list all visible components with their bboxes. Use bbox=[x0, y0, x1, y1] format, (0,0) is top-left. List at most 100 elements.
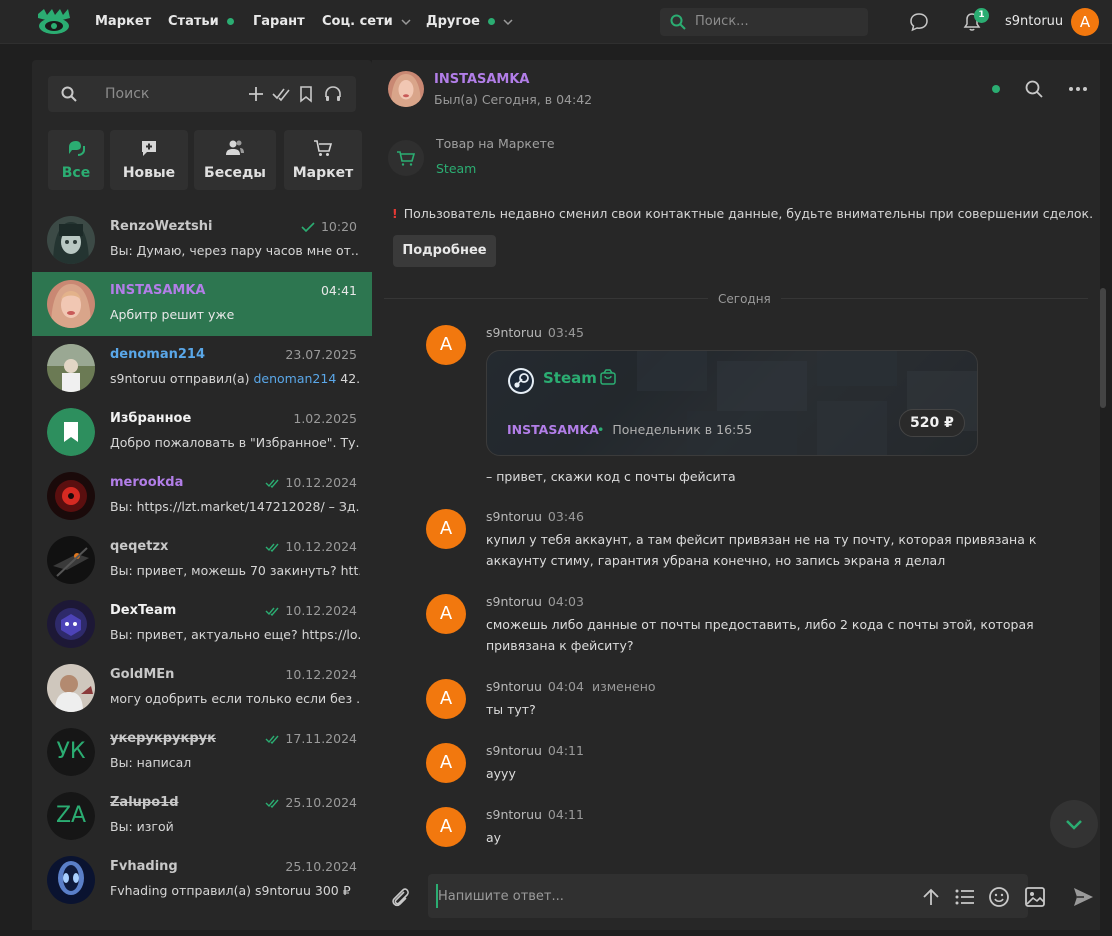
reply-input[interactable] bbox=[438, 886, 898, 906]
conversation-item[interactable]: DexTeam 10.12.2024 Вы: привет, актуально… bbox=[32, 592, 372, 656]
market-product-link[interactable]: Steam bbox=[436, 161, 476, 176]
conversation-preview: Арбитр решит уже bbox=[110, 307, 235, 322]
tab-conversations[interactable]: Беседы bbox=[194, 130, 276, 190]
image-icon[interactable] bbox=[1024, 886, 1046, 908]
card-title: Steam bbox=[543, 369, 597, 387]
nav-social-label: Соц. сети bbox=[322, 14, 393, 29]
nav-other[interactable]: Другое bbox=[426, 14, 513, 29]
new-dot bbox=[487, 18, 495, 25]
chat-partner-avatar[interactable] bbox=[388, 71, 424, 107]
conversation-item[interactable]: ZA Zalupo1d 25.10.2024 Вы: изгой bbox=[32, 784, 372, 848]
conversation-name: Избранное bbox=[110, 411, 192, 426]
conversation-preview: Вы: изгой bbox=[110, 819, 174, 834]
bookmark-icon[interactable] bbox=[297, 85, 315, 103]
message-text: аууу bbox=[486, 766, 516, 781]
time-text: 25.10.2024 bbox=[285, 795, 357, 810]
list-icon[interactable] bbox=[954, 886, 976, 908]
time-text: 04:41 bbox=[320, 283, 357, 298]
plus-icon[interactable] bbox=[247, 85, 265, 103]
message-meta: s9ntoruu 04:11 bbox=[486, 807, 584, 822]
chevron-down-icon bbox=[401, 18, 411, 25]
messages-icon[interactable] bbox=[909, 12, 929, 32]
avatar: ZA bbox=[47, 792, 95, 840]
tab-market-label: Маркет bbox=[292, 165, 354, 181]
tab-market[interactable]: Маркет bbox=[284, 130, 362, 190]
conversation-item[interactable]: RenzoWeztshi 10:20 Вы: Думаю, через пару… bbox=[32, 208, 372, 272]
card-seller[interactable]: INSTASAMKA bbox=[507, 422, 599, 437]
tab-conversations-label: Беседы bbox=[204, 165, 266, 181]
message-edited: изменено bbox=[591, 679, 656, 694]
message-avatar[interactable]: A bbox=[426, 807, 466, 847]
conversation-item[interactable]: qeqetzx 10.12.2024 Вы: привет, можешь 70… bbox=[32, 528, 372, 592]
product-card[interactable]: Steam INSTASAMKA Понедельник в 16:55 520… bbox=[486, 350, 978, 456]
nav-social[interactable]: Соц. сети bbox=[322, 14, 411, 29]
card-overlay bbox=[487, 351, 977, 455]
message-author[interactable]: s9ntoruu bbox=[486, 743, 542, 758]
conversation-preview: Fvhading отправил(а) s9ntoruu 300 ₽ bbox=[110, 883, 351, 898]
message-author[interactable]: s9ntoruu bbox=[486, 509, 542, 524]
card-date: Понедельник в 16:55 bbox=[597, 422, 752, 437]
global-search[interactable]: Поиск... bbox=[660, 8, 868, 36]
message-avatar[interactable]: A bbox=[426, 679, 466, 719]
message-author[interactable]: s9ntoruu bbox=[486, 594, 542, 609]
details-button[interactable]: Подробнее bbox=[393, 235, 496, 267]
time-text: 10.12.2024 bbox=[285, 539, 357, 554]
conversation-item[interactable]: denoman214 23.07.2025 s9ntoruu отправил(… bbox=[32, 336, 372, 400]
username[interactable]: s9ntoruu bbox=[1005, 14, 1063, 29]
message-author[interactable]: s9ntoruu bbox=[486, 679, 542, 694]
arrow-up-icon[interactable] bbox=[920, 886, 942, 908]
send-icon[interactable] bbox=[1072, 886, 1094, 908]
date-separator: Сегодня bbox=[708, 292, 781, 306]
card-price: 520 ₽ bbox=[899, 409, 965, 437]
conversation-item[interactable]: GoldMEn 10.12.2024 могу одобрить если то… bbox=[32, 656, 372, 720]
tab-new[interactable]: Новые bbox=[110, 130, 188, 190]
message-avatar[interactable]: A bbox=[426, 743, 466, 783]
conversation-item[interactable]: УК укерукрукрук 17.11.2024 Вы: написал bbox=[32, 720, 372, 784]
nav-articles[interactable]: Статьи bbox=[168, 14, 234, 29]
conversation-time: 25.10.2024 bbox=[265, 795, 357, 810]
conversation-time: 10.12.2024 bbox=[265, 475, 357, 490]
tab-all[interactable]: Все bbox=[48, 130, 104, 190]
conversation-name: GoldMEn bbox=[110, 667, 175, 682]
nav-guarantor[interactable]: Гарант bbox=[253, 14, 305, 29]
scrollbar[interactable] bbox=[1100, 288, 1106, 408]
chevron-down-icon bbox=[503, 18, 513, 25]
search-icon[interactable] bbox=[1024, 79, 1044, 99]
conversation-time: 10.12.2024 bbox=[285, 667, 357, 682]
user-avatar[interactable]: A bbox=[1071, 8, 1099, 36]
scroll-down-button[interactable] bbox=[1050, 800, 1098, 848]
time-text: 25.10.2024 bbox=[285, 859, 357, 874]
conversation-time: 04:41 bbox=[321, 283, 357, 298]
message-author[interactable]: s9ntoruu bbox=[486, 325, 542, 340]
conversation-item[interactable]: Избранное 1.02.2025 Добро пожаловать в "… bbox=[32, 400, 372, 464]
avatar bbox=[47, 600, 95, 648]
headphones-icon[interactable] bbox=[324, 85, 342, 103]
nav-market[interactable]: Маркет bbox=[95, 14, 151, 29]
conversation-name: RenzoWeztshi bbox=[110, 219, 213, 234]
conversation-item[interactable]: Fvhading 25.10.2024 Fvhading отправил(а)… bbox=[32, 848, 372, 912]
message-avatar[interactable]: A bbox=[426, 509, 466, 549]
preview-username-link[interactable]: denoman214 bbox=[253, 371, 336, 386]
message-meta: s9ntoruu 03:45 bbox=[486, 325, 584, 340]
message-avatar[interactable]: A bbox=[426, 325, 466, 365]
conversation-item-active[interactable]: INSTASAMKA 04:41 Арбитр решит уже bbox=[32, 272, 372, 336]
time-text: 23.07.2025 bbox=[285, 347, 357, 362]
eye-crown-logo[interactable] bbox=[36, 8, 72, 36]
chevron-down-icon bbox=[1066, 820, 1082, 830]
emoji-icon[interactable] bbox=[988, 886, 1010, 908]
conversation-preview: Вы: привет, актуально еще? https://lo... bbox=[110, 627, 360, 642]
conversation-search[interactable]: Поиск bbox=[48, 76, 356, 112]
tab-new-label: Новые bbox=[122, 165, 176, 181]
message-meta: s9ntoruu 04:11 bbox=[486, 743, 584, 758]
paperclip-icon[interactable] bbox=[388, 886, 412, 910]
conversation-name: укерукрукрук bbox=[110, 731, 216, 746]
message-time: 04:11 bbox=[547, 807, 584, 822]
chat-partner-name[interactable]: INSTASAMKA bbox=[434, 72, 530, 87]
message-author[interactable]: s9ntoruu bbox=[486, 807, 542, 822]
conversation-item[interactable]: merookda 10.12.2024 Вы: https://lzt.mark… bbox=[32, 464, 372, 528]
more-icon[interactable] bbox=[1068, 79, 1088, 99]
nav-market-label: Маркет bbox=[95, 14, 152, 29]
double-check-icon[interactable] bbox=[272, 85, 290, 103]
message-time: 03:45 bbox=[547, 325, 584, 340]
message-avatar[interactable]: A bbox=[426, 594, 466, 634]
